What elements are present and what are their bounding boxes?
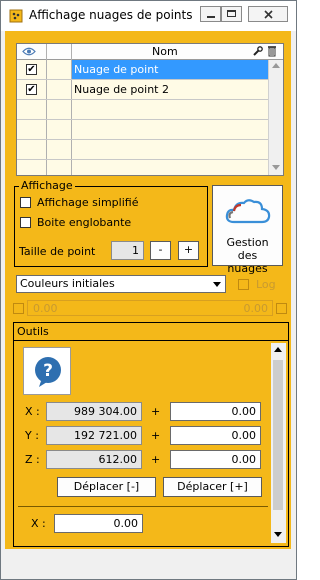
gestion-nuages-label: Gestion des nuages xyxy=(226,236,269,275)
range-min-checkbox[interactable] xyxy=(13,303,24,314)
couleurs-selected-value: Couleurs initiales xyxy=(20,277,115,290)
range-min-value: 0.00 xyxy=(33,302,58,315)
offset-y-input[interactable]: 0.00 xyxy=(170,426,261,445)
scroll-down-icon[interactable] xyxy=(274,532,282,537)
deplacer-plus-button[interactable]: Déplacer [+] xyxy=(163,477,262,497)
outils-section: Outils ? X : 989 304.00 + 0.00 Y : 192 7… xyxy=(13,322,289,547)
status-bar xyxy=(1,551,296,579)
maximize-icon xyxy=(227,10,236,17)
couleurs-select[interactable]: Couleurs initiales xyxy=(16,275,226,293)
taille-plus-button[interactable]: + xyxy=(178,241,199,260)
scroll-down-icon[interactable] xyxy=(272,165,280,170)
range-max-value: 0.00 xyxy=(243,302,269,315)
grid-scrollbar[interactable] xyxy=(268,60,283,175)
coord-axis-label: Z : xyxy=(25,453,40,466)
scroll-up-icon[interactable] xyxy=(272,63,280,68)
eye-icon xyxy=(22,47,36,56)
cloud-row[interactable]: ✔ Nuage de point xyxy=(17,60,268,80)
cloud-name: Nuage de point 2 xyxy=(74,83,169,96)
window-title: Affichage nuages de points xyxy=(29,8,193,22)
chevron-down-icon xyxy=(213,282,221,287)
help-button[interactable]: ? xyxy=(23,347,71,395)
visibility-checkbox[interactable]: ✔ xyxy=(26,84,37,95)
close-icon xyxy=(264,10,273,19)
outils-label: Outils xyxy=(17,325,49,338)
coord-axis-label: X : xyxy=(25,405,40,418)
minimize-button[interactable] xyxy=(200,6,221,22)
affichage-simplifie-checkbox[interactable] xyxy=(20,197,31,208)
cloud-row[interactable]: ✔ Nuage de point 2 xyxy=(17,80,268,100)
coord-axis-label: Y : xyxy=(25,429,39,442)
window: Affichage nuages de points Nom ✔ Nuage d… xyxy=(0,0,297,580)
maximize-button[interactable] xyxy=(221,6,242,22)
main-panel: Nom ✔ Nuage de point ✔ Nuage de point 2 xyxy=(5,31,291,549)
coord-z-value: 612.00 xyxy=(46,450,142,469)
taille-minus-button[interactable]: - xyxy=(150,241,171,260)
gestion-nuages-button[interactable]: Gestion des nuages xyxy=(212,185,283,275)
range-slider[interactable]: 0.00 0.00 xyxy=(27,300,273,316)
offset-z-input[interactable]: 0.00 xyxy=(170,450,261,469)
affichage-simplifie-label: Affichage simplifié xyxy=(37,196,139,209)
empty-row xyxy=(17,120,268,140)
deplacer-minus-button[interactable]: Déplacer [-] xyxy=(57,477,156,497)
delete-icon[interactable] xyxy=(267,45,277,57)
close-button[interactable] xyxy=(248,6,288,22)
taille-point-input[interactable]: 1 xyxy=(111,241,144,260)
plus-sign: + xyxy=(151,453,161,466)
app-icon xyxy=(9,9,23,23)
taille-point-label: Taille de point xyxy=(19,245,96,258)
coord-x-value: 989 304.00 xyxy=(46,402,142,421)
affichage-group: Affichage Affichage simplifié Boite engl… xyxy=(14,179,208,267)
empty-row xyxy=(17,160,268,175)
cloud-icon xyxy=(225,199,271,224)
plus-sign: + xyxy=(151,405,161,418)
title-bar: Affichage nuages de points xyxy=(1,1,296,31)
cloud-list: Nom ✔ Nuage de point ✔ Nuage de point 2 xyxy=(16,43,284,176)
divider xyxy=(18,506,268,507)
empty-row xyxy=(17,140,268,160)
scroll-thumb[interactable] xyxy=(273,360,283,510)
plus-sign: + xyxy=(151,429,161,442)
minimize-icon xyxy=(207,16,215,18)
outils-scrollbar[interactable] xyxy=(271,343,286,543)
affichage-group-label: Affichage xyxy=(19,179,75,192)
bottom-x-input[interactable]: 0.00 xyxy=(54,514,143,533)
svg-text:?: ? xyxy=(43,361,53,381)
boite-englobante-checkbox[interactable] xyxy=(20,217,31,228)
empty-row xyxy=(17,100,268,120)
scroll-up-icon[interactable] xyxy=(274,347,282,352)
boite-englobante-label: Boite englobante xyxy=(37,216,132,229)
outils-header[interactable]: Outils xyxy=(14,323,288,341)
grid-header: Nom xyxy=(17,44,283,60)
range-max-checkbox[interactable] xyxy=(276,303,287,314)
wrench-icon[interactable] xyxy=(252,46,264,57)
cloud-name: Nuage de point xyxy=(74,63,159,76)
coord-y-value: 192 721.00 xyxy=(46,426,142,445)
log-checkbox[interactable] xyxy=(238,279,249,290)
visibility-checkbox[interactable]: ✔ xyxy=(26,64,37,75)
bottom-axis-label: X : xyxy=(31,517,46,530)
help-icon: ? xyxy=(35,357,61,387)
column-header-nom: Nom xyxy=(152,45,178,58)
log-label: Log xyxy=(256,278,276,291)
offset-x-input[interactable]: 0.00 xyxy=(170,402,261,421)
